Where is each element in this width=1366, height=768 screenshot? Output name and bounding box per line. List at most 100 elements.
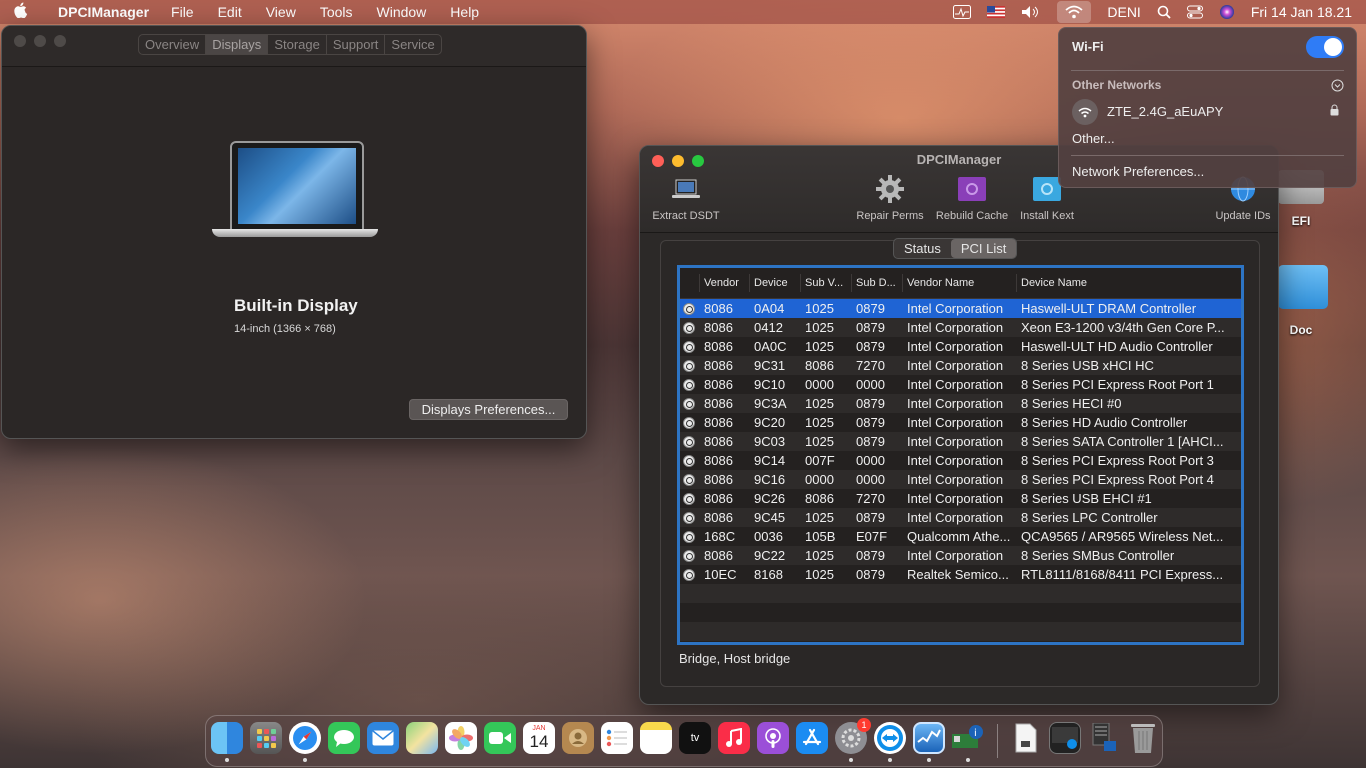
menu-view[interactable]: View (266, 4, 296, 20)
apple-tv-icon[interactable]: tv (679, 722, 711, 754)
wifi-status-icon[interactable] (1057, 1, 1092, 23)
column-vendor[interactable]: Vendor (700, 274, 750, 292)
network-item[interactable]: ZTE_2.4G_aEuAPY (1072, 99, 1343, 125)
cell-vendor-name: Intel Corporation (907, 358, 1004, 373)
zoom-button[interactable] (54, 35, 66, 47)
network-preferences-item[interactable]: Network Preferences... (1072, 164, 1204, 179)
tab-support[interactable]: Support (327, 35, 386, 54)
table-row[interactable]: 8086 9C45 1025 0879 Intel Corporation 8 Serie… (680, 508, 1241, 527)
row-magnifier-icon (680, 454, 700, 467)
cell-device-name: QCA9565 / AR9565 Wireless Net... (1021, 529, 1224, 544)
pci-table[interactable]: Vendor Device Sub V... Sub D... Vendor N… (677, 265, 1244, 645)
table-row[interactable]: 8086 9C20 1025 0879 Intel Corporation 8 Serie… (680, 413, 1241, 432)
us-flag-icon[interactable] (987, 0, 1006, 24)
menu-file[interactable]: File (171, 4, 194, 20)
column-device-name[interactable]: Device Name (1017, 274, 1235, 292)
contacts-icon[interactable] (562, 722, 594, 754)
mail-icon[interactable] (367, 722, 399, 754)
table-row[interactable]: 8086 0412 1025 0879 Intel Corporation Xeon E3… (680, 318, 1241, 337)
chevron-down-icon[interactable] (1331, 79, 1344, 95)
row-magnifier-icon (680, 473, 700, 486)
spotlight-search-icon[interactable] (1157, 0, 1171, 24)
notes-icon[interactable] (640, 722, 672, 754)
column-device[interactable]: Device (750, 274, 801, 292)
column-sub-device[interactable]: Sub D... (852, 274, 903, 292)
table-row[interactable]: 10EC 8168 1025 0879 Realtek Semico... RTL8111… (680, 565, 1241, 584)
cell-vendor-name: Intel Corporation (907, 491, 1004, 506)
dpcimanager-dock-icon[interactable] (913, 722, 945, 754)
tab-storage[interactable]: Storage (268, 35, 327, 54)
cell-sub-device: 0879 (856, 567, 885, 582)
app-name-menu[interactable]: DPCIManager (58, 4, 149, 20)
tab-status[interactable]: Status (894, 239, 951, 258)
safari-icon[interactable] (289, 722, 321, 754)
table-row[interactable]: 8086 0A04 1025 0879 Intel Corporation Haswell… (680, 299, 1241, 318)
wifi-toggle[interactable] (1306, 36, 1344, 58)
row-magnifier-icon (680, 568, 700, 581)
window-thumbnail-icon[interactable] (1049, 722, 1081, 754)
launchpad-icon[interactable] (250, 722, 282, 754)
cell-vendor-name: Intel Corporation (907, 377, 1004, 392)
tab-pci-list[interactable]: PCI List (950, 239, 1017, 258)
cell-sub-vendor: 1025 (805, 434, 834, 449)
reminders-icon[interactable] (601, 722, 633, 754)
table-row[interactable]: 8086 9C22 1025 0879 Intel Corporation 8 Serie… (680, 546, 1241, 565)
table-row[interactable]: 8086 9C31 8086 7270 Intel Corporation 8 Serie… (680, 356, 1241, 375)
minimize-button[interactable] (34, 35, 46, 47)
table-row[interactable]: 8086 9C16 0000 0000 Intel Corporation 8 Serie… (680, 470, 1241, 489)
rebuild-cache-button[interactable]: Rebuild Cache (930, 174, 1014, 222)
siri-icon[interactable] (1219, 0, 1235, 24)
clock-datetime[interactable]: Fri 14 Jan 18.21 (1251, 0, 1352, 24)
tab-overview[interactable]: Overview (139, 35, 207, 54)
podcasts-icon[interactable] (757, 722, 789, 754)
window-thumbnail-icon-2[interactable] (1088, 722, 1120, 754)
teamviewer-icon[interactable] (874, 722, 906, 754)
facetime-icon[interactable] (484, 722, 516, 754)
column-sub-vendor[interactable]: Sub V... (801, 274, 852, 292)
cell-sub-vendor: 8086 (805, 358, 834, 373)
menu-window[interactable]: Window (377, 4, 427, 20)
calendar-icon[interactable]: JAN 14 (523, 722, 555, 754)
menu-edit[interactable]: Edit (218, 4, 242, 20)
app-store-icon[interactable] (796, 722, 828, 754)
cell-vendor-name: Intel Corporation (907, 320, 1004, 335)
table-row[interactable]: 8086 9C10 0000 0000 Intel Corporation 8 Serie… (680, 375, 1241, 394)
tab-displays[interactable]: Displays (206, 35, 269, 54)
table-row[interactable]: 8086 9C14 007F 0000 Intel Corporation 8 Serie… (680, 451, 1241, 470)
messages-icon[interactable] (328, 722, 360, 754)
menu-tools[interactable]: Tools (320, 4, 353, 20)
volume-icon[interactable] (1021, 0, 1041, 24)
gear-icon (875, 174, 905, 204)
column-vendor-name[interactable]: Vendor Name (903, 274, 1017, 292)
music-icon[interactable] (718, 722, 750, 754)
rebuild-cache-label: Rebuild Cache (935, 210, 1009, 222)
dpcimanager-window: DPCIManager Extract DSDT Repair Perms Re… (639, 145, 1279, 705)
photos-icon[interactable] (445, 722, 477, 754)
apple-menu-icon[interactable] (14, 2, 44, 22)
about-tab-bar: Overview Displays Storage Support Servic… (138, 34, 442, 55)
desktop-item-doc[interactable]: Doc (1278, 265, 1328, 337)
extract-dsdt-button[interactable]: Extract DSDT (646, 174, 726, 222)
close-button[interactable] (14, 35, 26, 47)
table-row[interactable]: 8086 9C03 1025 0879 Intel Corporation 8 Serie… (680, 432, 1241, 451)
pci-info-icon[interactable]: i (952, 722, 984, 754)
finder-icon[interactable] (211, 722, 243, 754)
row-magnifier-icon (680, 359, 700, 372)
displays-preferences-button[interactable]: Displays Preferences... (409, 399, 568, 420)
table-row[interactable]: 8086 9C3A 1025 0879 Intel Corporation 8 Serie… (680, 394, 1241, 413)
repair-perms-button[interactable]: Repair Perms (852, 174, 928, 222)
control-center-icon[interactable] (1186, 0, 1203, 24)
menu-help[interactable]: Help (450, 4, 479, 20)
system-preferences-icon[interactable]: 1 (835, 718, 871, 754)
document-icon[interactable] (1010, 722, 1042, 754)
tab-service[interactable]: Service (385, 35, 440, 54)
cell-device-name: 8 Series LPC Controller (1021, 510, 1158, 525)
maps-icon[interactable] (406, 722, 438, 754)
table-row[interactable]: 8086 0A0C 1025 0879 Intel Corporation Haswell… (680, 337, 1241, 356)
user-name[interactable]: DENI (1107, 0, 1140, 24)
table-row[interactable]: 168C 0036 105B E07F Qualcomm Athe... QCA9565 … (680, 527, 1241, 546)
trash-icon[interactable] (1127, 722, 1159, 754)
table-row[interactable]: 8086 9C26 8086 7270 Intel Corporation 8 Serie… (680, 489, 1241, 508)
other-network-item[interactable]: Other... (1072, 131, 1115, 146)
activity-monitor-icon[interactable] (953, 0, 972, 24)
